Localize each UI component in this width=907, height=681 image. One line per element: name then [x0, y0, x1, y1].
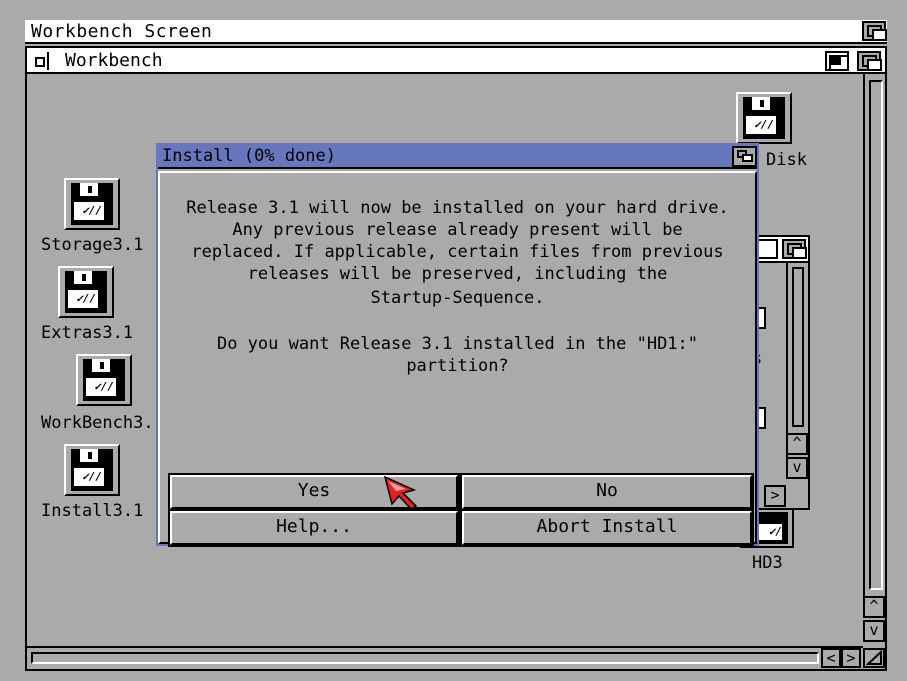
message-line: Release 3.1 will now be installed on you… [186, 198, 729, 218]
message-line: Do you want Release 3.1 installed in the… [216, 334, 699, 354]
message-line: Any previous release already present wil… [232, 220, 683, 240]
scroll-down-arrow[interactable]: v [863, 620, 885, 642]
dialog-title-bar[interactable]: Install (0% done) [158, 145, 757, 169]
background-window-right-arrow[interactable]: > [764, 485, 786, 507]
message-line: partition? [406, 356, 509, 376]
dialog-body: Release 3.1 will now be installed on you… [158, 171, 757, 547]
message-line: Startup-Sequence. [370, 288, 545, 308]
icon-label-workbench[interactable]: WorkBench3. [41, 413, 154, 433]
icon-label-disk[interactable]: Disk [766, 150, 807, 170]
icon-label-extras[interactable]: Extras3.1 [41, 323, 133, 343]
background-window-depth-icon[interactable] [782, 239, 807, 259]
background-window-scrollbar[interactable] [786, 263, 808, 458]
vertical-scroll-knob[interactable] [869, 80, 883, 590]
no-button[interactable]: No [462, 475, 752, 509]
help-button[interactable]: Help... [170, 511, 458, 545]
workbench-title: Workbench [65, 50, 163, 71]
icon-label-install[interactable]: Install3.1 [41, 501, 143, 521]
window-depth-icon[interactable] [857, 51, 882, 71]
resize-icon[interactable] [863, 648, 885, 668]
zoom-icon[interactable] [825, 51, 849, 71]
abort-install-button[interactable]: Abort Install [462, 511, 752, 545]
horizontal-scroll-knob[interactable] [31, 652, 819, 664]
install-dialog: Install (0% done) Release 3.1 will now b… [156, 143, 759, 547]
scroll-right-arrow[interactable]: > [841, 648, 861, 668]
icon-label-hd3[interactable]: HD3 [752, 553, 783, 573]
vertical-scrollbar[interactable] [863, 74, 885, 604]
screen-depth-icon[interactable] [862, 21, 887, 41]
workbench-title-bar[interactable]: Workbench [27, 48, 885, 74]
dialog-title: Install (0% done) [162, 146, 336, 166]
close-icon[interactable] [31, 52, 49, 70]
horizontal-scrollbar[interactable] [27, 646, 863, 668]
screen-title-bar[interactable]: Workbench Screen [25, 20, 887, 44]
message-line: replaced. If applicable, certain files f… [191, 242, 724, 262]
background-window-down-arrow[interactable]: v [786, 457, 808, 479]
dialog-depth-icon[interactable] [732, 146, 757, 167]
icon-label-storage[interactable]: Storage3.1 [41, 235, 143, 255]
screen-title: Workbench Screen [31, 21, 213, 42]
background-window-up-arrow[interactable]: ^ [786, 433, 808, 455]
scroll-left-arrow[interactable]: < [821, 648, 841, 668]
scroll-up-arrow[interactable]: ^ [863, 596, 885, 618]
message-line: releases will be preserved, including th… [247, 264, 668, 284]
background-window-zoom-icon[interactable] [756, 239, 778, 259]
mouse-pointer-icon [384, 476, 418, 510]
